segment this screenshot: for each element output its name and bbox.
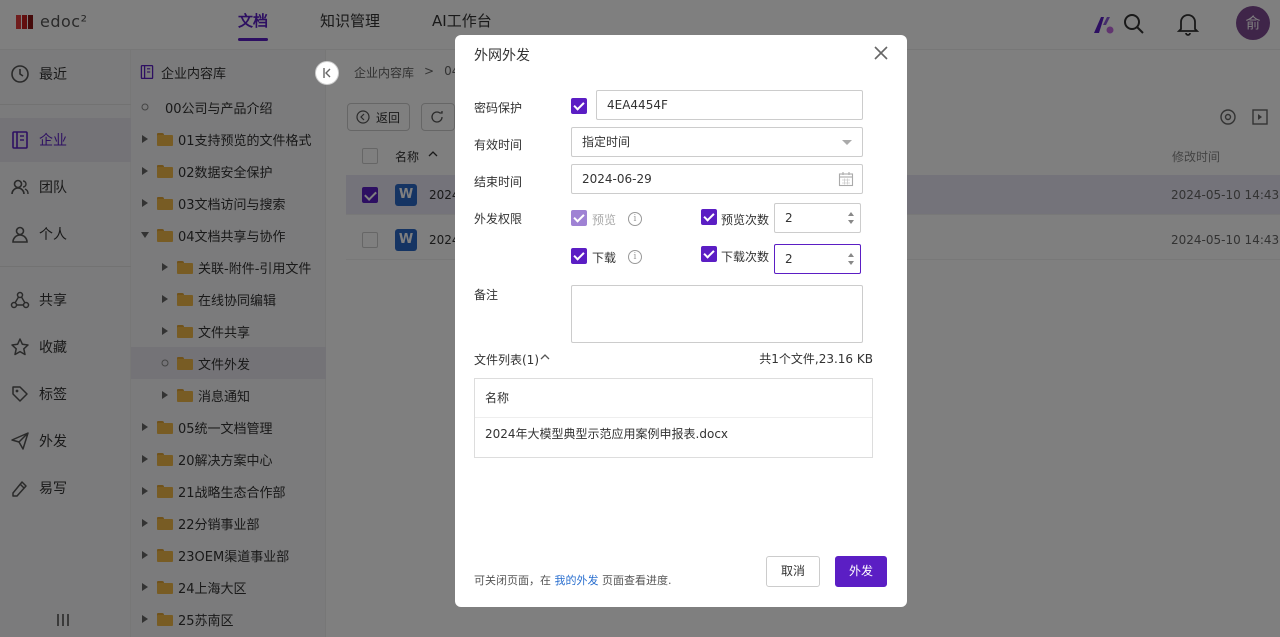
external-share-dialog: 外网外发 密码保护 4EA4454F 有效时间 指定时间 结束时间 2024-0… [455, 35, 907, 607]
dialog-title: 外网外发 [474, 48, 530, 64]
preview-count-input[interactable]: 2 [774, 203, 861, 233]
send-button[interactable]: 外发 [835, 556, 887, 587]
info-icon[interactable]: i [628, 250, 642, 264]
end-date-input[interactable]: 2024-06-29 [571, 164, 863, 194]
collapse-tree-button[interactable] [315, 61, 339, 85]
table-row-file: 2024年大模型典型示范应用案例申报表.docx [485, 427, 729, 441]
footer-note-before: 可关闭页面，在 [474, 574, 555, 587]
collapse-left-icon [323, 68, 331, 78]
valid-time-select[interactable]: 指定时间 [571, 127, 863, 157]
permission-label: 外发权限 [474, 212, 523, 226]
info-icon[interactable]: i [628, 212, 642, 226]
valid-time-value: 指定时间 [582, 135, 631, 149]
close-icon[interactable] [873, 45, 889, 61]
chevron-up-icon[interactable] [540, 354, 550, 360]
download-count-value: 2 [785, 252, 793, 266]
download-count-label: 下载次数 [721, 250, 770, 264]
preview-count-value: 2 [785, 211, 793, 225]
preview-label: 预览 [592, 213, 617, 227]
spinner-arrows-icon[interactable] [846, 249, 856, 269]
table-header-name: 名称 [475, 379, 872, 418]
end-date-value: 2024-06-29 [582, 172, 652, 186]
footer-note-after: 页面查看进度. [598, 574, 672, 587]
preview-checkbox [571, 210, 587, 226]
spinner-arrows-icon[interactable] [846, 208, 856, 228]
end-time-label: 结束时间 [474, 175, 523, 189]
file-summary: 共1个文件,23.16 KB [759, 352, 873, 366]
download-checkbox[interactable] [571, 248, 587, 264]
my-outbound-link[interactable]: 我的外发 [555, 574, 599, 587]
preview-count-checkbox[interactable] [701, 209, 717, 225]
preview-count-label: 预览次数 [721, 213, 770, 227]
download-count-checkbox[interactable] [701, 246, 717, 262]
remark-textarea[interactable] [571, 285, 863, 343]
chevron-down-icon [842, 140, 852, 145]
password-checkbox[interactable] [571, 98, 587, 114]
password-label: 密码保护 [474, 101, 523, 115]
download-label: 下载 [592, 251, 617, 265]
password-input[interactable]: 4EA4454F [596, 90, 863, 120]
footer-note: 可关闭页面，在 我的外发 页面查看进度. [474, 572, 672, 588]
remark-label: 备注 [474, 288, 499, 302]
valid-time-label: 有效时间 [474, 138, 523, 152]
download-count-input[interactable]: 2 [774, 244, 861, 274]
cancel-button[interactable]: 取消 [766, 556, 820, 587]
file-list-table: 名称 2024年大模型典型示范应用案例申报表.docx [474, 378, 873, 458]
calendar-icon[interactable] [838, 171, 854, 187]
file-list-label[interactable]: 文件列表(1) [474, 351, 539, 368]
